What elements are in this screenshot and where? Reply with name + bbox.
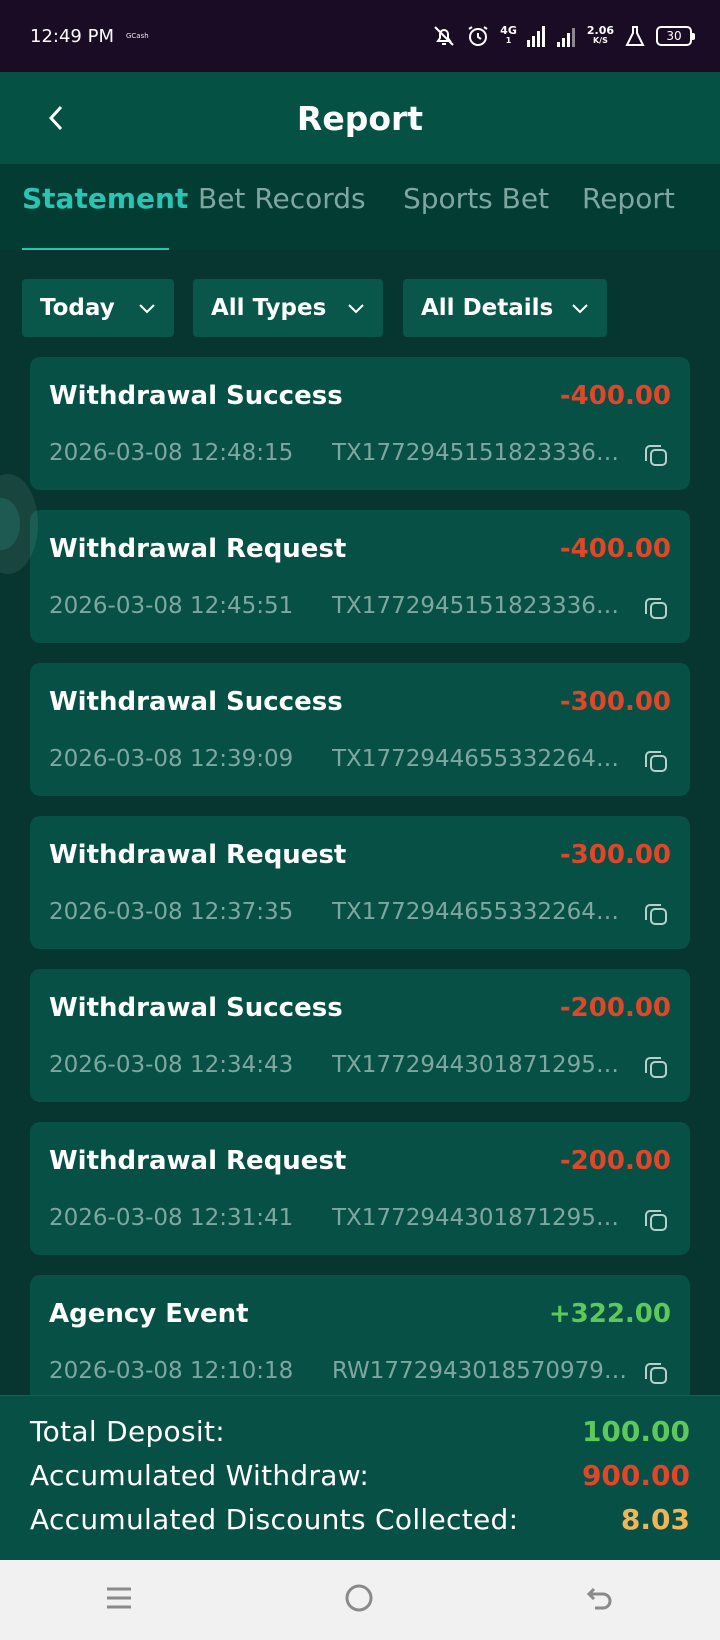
filter-details-label: All Details	[421, 295, 554, 321]
transaction-card[interactable]: Withdrawal Request -400.00 2026-03-08 12…	[30, 510, 690, 643]
transaction-title: Agency Event	[49, 1299, 249, 1329]
tab-sports-bet[interactable]: Sports Bet	[403, 182, 549, 215]
menu-icon[interactable]	[104, 1585, 134, 1615]
accumulated-withdraw-value: 900.00	[581, 1459, 690, 1492]
summary-discounts-row: Accumulated Discounts Collected: 8.03	[30, 1503, 690, 1547]
chevron-down-icon	[348, 304, 364, 314]
filter-date-dropdown[interactable]: Today	[22, 279, 174, 337]
battery-icon: 30	[656, 26, 695, 46]
transaction-date: 2026-03-08 12:45:51	[49, 593, 294, 619]
copy-icon[interactable]	[642, 594, 670, 622]
copy-icon[interactable]	[642, 1359, 670, 1387]
page-title: Report	[296, 98, 424, 138]
net-speed: 2.06 K/S	[586, 24, 614, 45]
tab-bet-records[interactable]: Bet Records	[198, 182, 366, 215]
transaction-date: 2026-03-08 12:31:41	[49, 1205, 294, 1231]
tab-active-indicator	[22, 248, 169, 250]
signal-icon	[526, 25, 547, 47]
transaction-date: 2026-03-08 12:48:15	[49, 440, 294, 466]
summary-panel: Total Deposit: 100.00 Accumulated Withdr…	[0, 1395, 720, 1561]
transaction-card[interactable]: Withdrawal Request -200.00 2026-03-08 12…	[30, 1122, 690, 1255]
copy-icon[interactable]	[642, 1206, 670, 1234]
transaction-id: TX17729446553322648102	[332, 899, 632, 925]
transaction-title: Withdrawal Request	[49, 1146, 347, 1176]
filter-type-label: All Types	[211, 295, 327, 321]
back-button[interactable]	[36, 96, 76, 140]
chevron-down-icon	[139, 304, 155, 314]
copy-icon[interactable]	[642, 441, 670, 469]
filter-type-dropdown[interactable]: All Types	[193, 279, 383, 337]
transaction-card[interactable]: Withdrawal Success -400.00 2026-03-08 12…	[30, 357, 690, 490]
status-bar: 12:49 PM GCash 4G 1 2.06 K/S 30	[0, 0, 720, 72]
transaction-amount: -400.00	[559, 534, 671, 564]
accumulated-withdraw-label: Accumulated Withdraw:	[30, 1459, 370, 1492]
filter-row: Today All Types All Details	[0, 279, 720, 339]
tab-report[interactable]: Report	[582, 182, 675, 215]
transaction-card[interactable]: Withdrawal Success -300.00 2026-03-08 12…	[30, 663, 690, 796]
copy-icon[interactable]	[642, 1053, 670, 1081]
transaction-amount: -400.00	[559, 381, 671, 411]
transaction-card[interactable]: Withdrawal Request -300.00 2026-03-08 12…	[30, 816, 690, 949]
chevron-left-icon	[48, 105, 63, 131]
chevron-down-icon	[572, 304, 588, 314]
copy-icon[interactable]	[642, 747, 670, 775]
flask-icon	[624, 25, 646, 47]
summary-withdraw-row: Accumulated Withdraw: 900.00	[30, 1459, 690, 1503]
status-time: 12:49 PM	[30, 25, 114, 47]
system-nav-bar	[0, 1560, 720, 1640]
tab-bar: Statement Bet Records Sports Bet Report	[0, 164, 720, 250]
transaction-title: Withdrawal Success	[49, 993, 343, 1023]
transaction-id: TX17729451518233364186	[332, 593, 632, 619]
transaction-amount: -200.00	[559, 1146, 671, 1176]
network-type: 4G 1	[500, 24, 517, 45]
alarm-icon	[466, 24, 490, 48]
transaction-title: Withdrawal Request	[49, 840, 347, 870]
status-icons: 4G 1 2.06 K/S 30	[432, 24, 695, 48]
transaction-date: 2026-03-08 12:37:35	[49, 899, 294, 925]
tab-statement[interactable]: Statement	[22, 182, 188, 215]
transaction-title: Withdrawal Request	[49, 534, 347, 564]
total-deposit-label: Total Deposit:	[30, 1415, 225, 1448]
transaction-amount: +322.00	[548, 1299, 671, 1329]
header: Report	[0, 72, 720, 164]
accumulated-discounts-label: Accumulated Discounts Collected:	[30, 1503, 519, 1536]
transaction-date: 2026-03-08 12:34:43	[49, 1052, 294, 1078]
summary-deposit-row: Total Deposit: 100.00	[30, 1415, 690, 1459]
transaction-title: Withdrawal Success	[49, 687, 343, 717]
transaction-amount: -200.00	[559, 993, 671, 1023]
home-icon[interactable]	[343, 1582, 375, 1618]
transaction-id: TX17729443018712957309	[332, 1052, 632, 1078]
transaction-id: RW17729430185709791234	[332, 1358, 632, 1384]
transaction-id: TX17729443018712957309	[332, 1205, 632, 1231]
transaction-id: TX17729446553322648102	[332, 746, 632, 772]
transaction-card[interactable]: Agency Event +322.00 2026-03-08 12:10:18…	[30, 1275, 690, 1395]
signal-icon-2	[556, 25, 577, 47]
filter-date-label: Today	[40, 295, 115, 321]
transaction-amount: -300.00	[559, 840, 671, 870]
transaction-date: 2026-03-08 12:39:09	[49, 746, 294, 772]
transaction-list[interactable]: Withdrawal Success -400.00 2026-03-08 12…	[30, 357, 690, 1395]
status-app-hint: GCash	[125, 32, 149, 40]
filter-details-dropdown[interactable]: All Details	[403, 279, 607, 337]
accumulated-discounts-value: 8.03	[620, 1503, 690, 1536]
copy-icon[interactable]	[642, 900, 670, 928]
transaction-title: Withdrawal Success	[49, 381, 343, 411]
total-deposit-value: 100.00	[581, 1415, 690, 1448]
transaction-id: TX17729451518233364186	[332, 440, 632, 466]
back-icon[interactable]	[584, 1583, 616, 1617]
transaction-card[interactable]: Withdrawal Success -200.00 2026-03-08 12…	[30, 969, 690, 1102]
mute-bell-icon	[432, 24, 456, 48]
transaction-amount: -300.00	[559, 687, 671, 717]
transaction-date: 2026-03-08 12:10:18	[49, 1358, 294, 1384]
